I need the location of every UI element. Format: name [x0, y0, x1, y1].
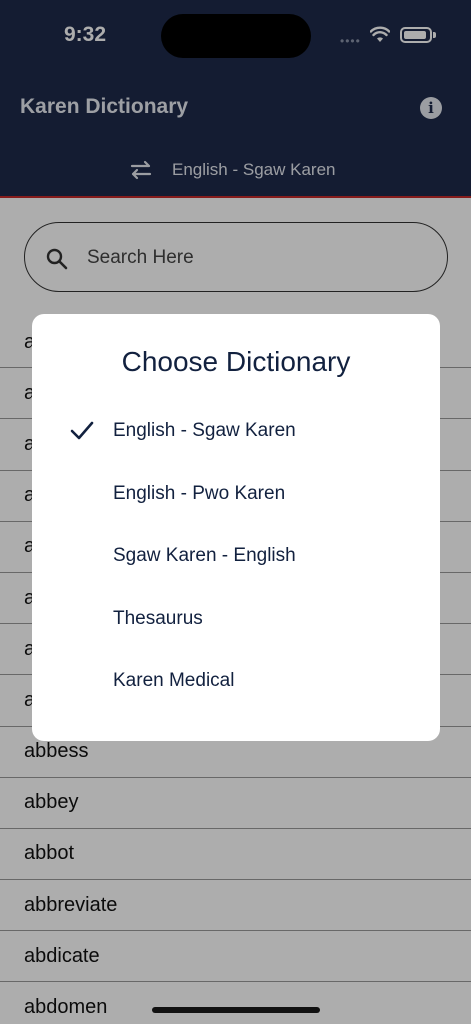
dictionary-option-label: Sgaw Karen - English [113, 545, 296, 566]
checkmark-icon [70, 421, 94, 440]
dictionary-option-label: Thesaurus [113, 608, 203, 629]
dictionary-option-thesaurus[interactable]: Thesaurus [32, 594, 440, 644]
dictionary-option-english-pwo-karen[interactable]: English - Pwo Karen [32, 469, 440, 519]
dictionary-option-sgaw-karen-english[interactable]: Sgaw Karen - English [32, 531, 440, 581]
dictionary-option-label: Karen Medical [113, 670, 235, 691]
dictionary-option-karen-medical[interactable]: Karen Medical [32, 656, 440, 706]
dialog-options: English - Sgaw Karen English - Pwo Karen… [32, 314, 440, 741]
dictionary-option-label: English - Pwo Karen [113, 483, 286, 504]
dictionary-option-english-sgaw-karen[interactable]: English - Sgaw Karen [32, 406, 440, 456]
home-indicator[interactable] [152, 1007, 320, 1013]
dictionary-option-label: English - Sgaw Karen [113, 420, 296, 441]
